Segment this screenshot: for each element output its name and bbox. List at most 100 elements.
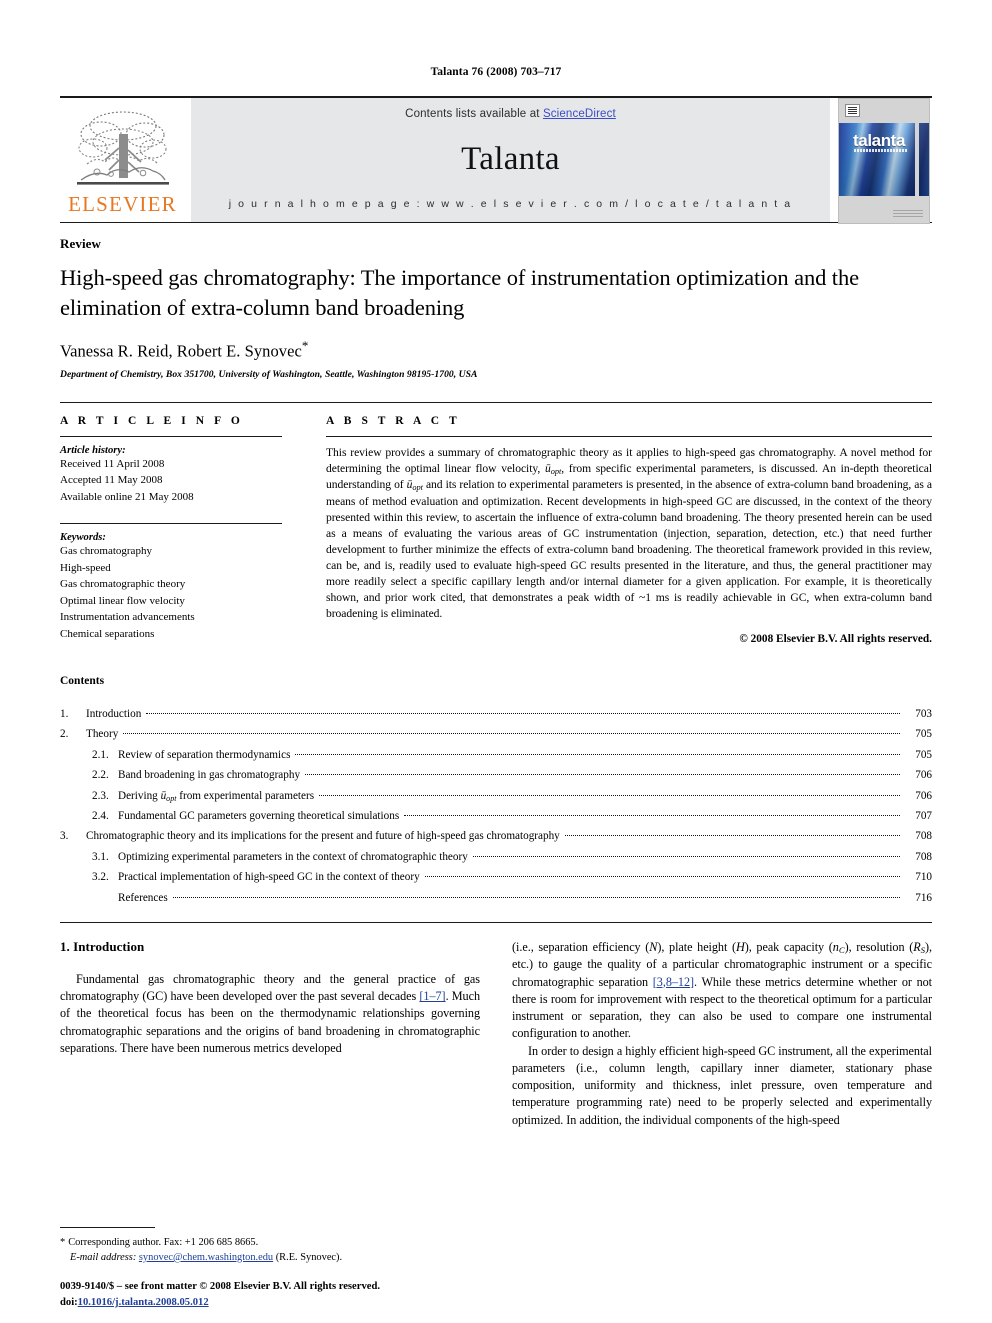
- contents-entry[interactable]: 2.3. Deriving ūopt from experimental para…: [60, 786, 932, 806]
- article-history-item: Received 11 April 2008: [60, 457, 165, 470]
- contents-page-number: 707: [915, 810, 932, 823]
- contents-entry[interactable]: 3.1. Optimizing experimental parameters i…: [60, 847, 932, 867]
- section-heading-introduction: 1. Introduction: [60, 938, 145, 954]
- contents-number: 3.: [60, 830, 69, 843]
- keyword-item: Chemical separations: [60, 627, 155, 640]
- contents-number: 2.3.: [92, 789, 109, 802]
- contents-available-line: Contents lists available at ScienceDirec…: [405, 108, 616, 120]
- contents-label: Review of separation thermodynamics: [118, 748, 291, 761]
- contents-number: 2.: [60, 728, 69, 741]
- article-title: High-speed gas chromatography: The impor…: [60, 265, 859, 320]
- doi-label: doi:: [60, 1297, 78, 1309]
- email-suffix: (R.E. Synovec).: [273, 1251, 343, 1263]
- contents-entry[interactable]: 2.4. Fundamental GC parameters governing …: [60, 806, 932, 826]
- keyword-item: Instrumentation advancements: [60, 611, 195, 624]
- keyword-item: Gas chromatographic theory: [60, 578, 186, 591]
- contents-page-number: 708: [915, 830, 932, 843]
- contents-entry[interactable]: 3.2. Practical implementation of high-spe…: [60, 867, 932, 887]
- contents-number: 1.: [60, 708, 69, 721]
- footnote-marker: *: [60, 1236, 66, 1248]
- cover-barcode-icon: [845, 104, 860, 117]
- contents-leader-dots: [404, 815, 900, 817]
- doi-link[interactable]: 10.1016/j.talanta.2008.05.012: [78, 1297, 209, 1308]
- contents-page-number: 716: [915, 891, 932, 904]
- contents-number: 2.4.: [92, 810, 109, 823]
- citation-link[interactable]: [3,8–12]: [653, 975, 694, 989]
- cover-journal-title: talanta: [853, 131, 905, 150]
- elsevier-tree-icon: [76, 111, 169, 185]
- email-label: E-mail address:: [70, 1251, 137, 1263]
- masthead-bottom-rule: [60, 222, 932, 223]
- contents-label: Chromatographic theory and its implicati…: [86, 830, 560, 843]
- contents-section: Contents 1. Introduction 703 2. Theory 705 2.1…: [60, 675, 932, 908]
- publisher-logo-block: ELSEVIER: [60, 98, 185, 222]
- contents-label: Deriving ūopt from experimental paramete…: [118, 789, 315, 803]
- running-head: Talanta 76 (2008) 703–717: [430, 66, 562, 78]
- article-type: Review: [60, 236, 102, 251]
- abstract-text: This review provides a summary of chroma…: [326, 445, 932, 621]
- contents-page-number: 708: [915, 850, 932, 863]
- journal-title: Talanta: [461, 140, 560, 177]
- article-history-item: Available online 21 May 2008: [60, 490, 194, 503]
- contents-list: 1. Introduction 703 2. Theory 705 2.1. Review o…: [60, 704, 932, 908]
- contents-leader-dots: [172, 896, 900, 898]
- doi-line: doi:10.1016/j.talanta.2008.05.012: [60, 1295, 530, 1311]
- corresponding-author-text: Corresponding author. Fax: +1 206 685 86…: [68, 1236, 259, 1248]
- contents-entry[interactable]: 1. Introduction 703: [60, 704, 932, 724]
- cover-publisher-mark: [893, 209, 923, 217]
- footnote-rule: [60, 1226, 155, 1228]
- paragraph: (i.e., separation efficiency (N), plate …: [512, 939, 932, 1043]
- contents-label: Theory: [86, 728, 119, 741]
- keyword-item: Optimal linear flow velocity: [60, 594, 185, 607]
- keyword-item: Gas chromatography: [60, 545, 152, 558]
- variable-rs: R: [913, 939, 921, 954]
- email-note: E-mail address: synovec@chem.washington.…: [60, 1250, 480, 1265]
- paragraph-text: Fundamental gas chromatographic theory a…: [60, 971, 480, 1004]
- paragraph-text: (i.e., separation efficiency (: [512, 939, 650, 954]
- contents-leader-dots: [146, 713, 900, 715]
- author-list: Vanessa R. Reid, Robert E. Synovec*: [60, 338, 932, 362]
- author-names: Vanessa R. Reid, Robert E. Synovec: [60, 341, 302, 361]
- contents-label: References: [118, 891, 168, 904]
- contents-leader-dots: [564, 835, 900, 837]
- citation-link[interactable]: [1–7]: [419, 989, 445, 1003]
- contents-page-number: 706: [915, 769, 932, 782]
- contents-page-number: 710: [915, 871, 932, 884]
- body-column-right: (i.e., separation efficiency (N), plate …: [512, 939, 932, 1129]
- article-history-item: Accepted 11 May 2008: [60, 474, 163, 487]
- contents-page-number: 705: [915, 728, 932, 741]
- cover-artwork-gap: [915, 123, 919, 196]
- contents-number: 2.1.: [92, 748, 109, 761]
- paragraph-text: ), plate height (: [657, 939, 736, 954]
- journal-homepage-line: j o u r n a l h o m e p a g e : w w w . …: [228, 198, 793, 210]
- paragraph-text: ), peak capacity (: [744, 939, 833, 954]
- article-info-rule: [60, 435, 282, 437]
- contents-bottom-rule: [60, 921, 932, 923]
- cover-subtitle-rule: [854, 149, 908, 152]
- journal-cover-thumbnail: talanta: [838, 98, 930, 224]
- contents-number: 3.1.: [92, 850, 109, 863]
- journal-banner: Contents lists available at ScienceDirec…: [191, 98, 830, 222]
- imprint-block: 0039-9140/$ – see front matter © 2008 El…: [60, 1279, 530, 1311]
- paragraph-text: ), resolution (: [844, 939, 914, 954]
- contents-label: Fundamental GC parameters governing theo…: [118, 810, 400, 823]
- contents-entry[interactable]: 3. Chromatographic theory and its implica…: [60, 826, 932, 846]
- footnote-block: * Corresponding author. Fax: +1 206 685 8…: [60, 1226, 480, 1265]
- contents-leader-dots: [424, 876, 900, 878]
- contents-leader-dots: [472, 855, 900, 857]
- contents-entry[interactable]: References 716: [60, 888, 932, 908]
- contents-entry[interactable]: 2.1. Review of separation thermodynamics 7…: [60, 745, 932, 765]
- keywords-label: Keywords:: [60, 532, 106, 544]
- sciencedirect-link[interactable]: ScienceDirect: [543, 108, 616, 120]
- variable-H: H: [735, 939, 745, 954]
- email-link[interactable]: synovec@chem.washington.edu: [139, 1252, 273, 1263]
- abstract-column: A B S T R A C T This review provides a s…: [298, 415, 932, 645]
- info-abstract-row: A R T I C L E I N F O Article history: R…: [60, 401, 932, 645]
- contents-leader-dots: [123, 733, 900, 735]
- keywords-rule: [60, 523, 282, 525]
- contents-entry[interactable]: 2.2. Band broadening in gas chromatograph…: [60, 765, 932, 785]
- contents-label: Optimizing experimental parameters in th…: [118, 850, 468, 863]
- author-affiliation: Department of Chemistry, Box 351700, Uni…: [60, 368, 478, 380]
- contents-number: 3.2.: [92, 871, 109, 884]
- contents-entry[interactable]: 2. Theory 705: [60, 724, 932, 744]
